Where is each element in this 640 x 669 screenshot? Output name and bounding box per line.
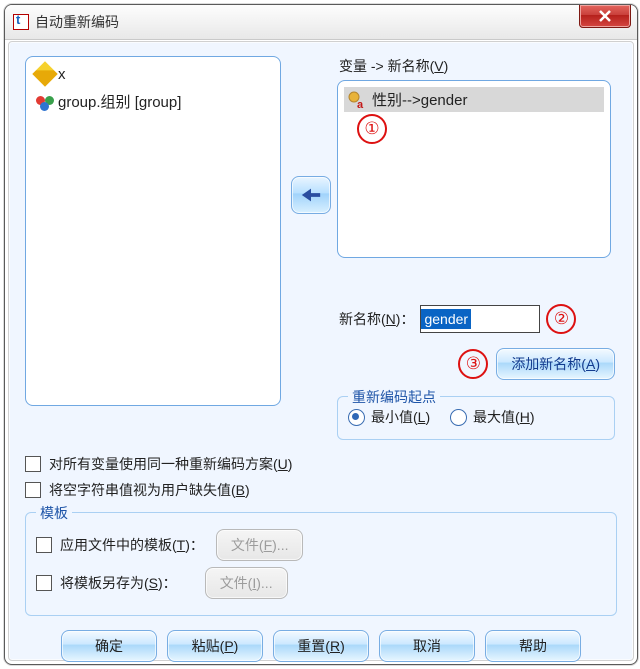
dialog-body: x group.组别 [group] 变量 -> 新名称(V)	[8, 41, 634, 661]
list-item-label: group.组别 [group]	[58, 91, 181, 112]
callout-1: ①	[357, 114, 387, 144]
apply-file-button: 文件(F)...	[216, 529, 304, 561]
radio-min[interactable]: 最小值(L)	[348, 407, 430, 427]
newname-value: gender	[421, 309, 471, 329]
button-bar: 确定 粘贴(P) 重置(R) 取消 帮助	[25, 630, 617, 662]
variable-icon: a	[348, 91, 368, 109]
list-item[interactable]: x	[32, 63, 274, 85]
list-item-label: x	[58, 66, 66, 83]
newname-row: 新名称(N)： gender ②	[339, 304, 615, 334]
transfer-button[interactable]	[291, 176, 331, 214]
radio-icon	[450, 409, 467, 426]
close-button[interactable]	[579, 4, 631, 28]
template-save-row: 将模板另存为(S)： 文件(I)...	[36, 567, 606, 599]
window-title: 自动重新编码	[35, 12, 119, 32]
save-file-button: 文件(I)...	[205, 567, 288, 599]
checkbox-all-vars[interactable]: 对所有变量使用同一种重新编码方案(U)	[25, 454, 617, 474]
add-name-button[interactable]: 添加新名称(A)	[496, 348, 615, 380]
svg-text:a: a	[357, 99, 364, 109]
checkbox-icon[interactable]	[36, 537, 52, 553]
radio-label: 最大值(H)	[473, 407, 534, 427]
callout-3: ③	[458, 349, 488, 379]
columns: x group.组别 [group] 变量 -> 新名称(V)	[25, 56, 617, 440]
radio-icon	[348, 409, 365, 426]
callout-2: ②	[546, 304, 576, 334]
newname-input[interactable]: gender	[420, 305, 540, 333]
nominal-icon	[36, 93, 54, 111]
ruler-icon	[32, 61, 57, 86]
save-template-label: 将模板另存为(S)：	[60, 573, 177, 593]
ok-button[interactable]: 确定	[61, 630, 157, 662]
addname-row: ③ 添加新名称(A)	[337, 348, 615, 380]
paste-button[interactable]: 粘贴(P)	[167, 630, 263, 662]
source-var-list[interactable]: x group.组别 [group]	[25, 56, 281, 406]
titlebar: 自动重新编码	[5, 5, 637, 40]
transfer-wrap	[291, 56, 327, 214]
newname-label: 新名称(N)：	[339, 309, 414, 329]
group-legend: 模板	[36, 503, 72, 523]
app-icon	[13, 14, 29, 30]
apply-template-label: 应用文件中的模板(T)：	[60, 535, 204, 555]
checkbox-blank-missing[interactable]: 将空字符串值视为用户缺失值(B)	[25, 480, 617, 500]
template-apply-row: 应用文件中的模板(T)： 文件(F)...	[36, 529, 606, 561]
dialog-window: 自动重新编码 x group.组别 [group]	[4, 4, 638, 665]
template-group: 模板 应用文件中的模板(T)： 文件(F)... 将模板另存为(S)： 文件(I…	[25, 512, 617, 616]
group-legend: 重新编码起点	[348, 387, 440, 407]
right-column: 变量 -> 新名称(V) a 性别-->gender ①	[337, 56, 615, 440]
list-item-label: 性别-->gender	[372, 89, 467, 110]
radio-label: 最小值(L)	[371, 407, 430, 427]
help-button[interactable]: 帮助	[485, 630, 581, 662]
cancel-button[interactable]: 取消	[379, 630, 475, 662]
close-icon	[598, 9, 612, 23]
checkbox-icon[interactable]	[36, 575, 52, 591]
target-list-caption: 变量 -> 新名称(V)	[339, 56, 615, 76]
checkbox-label: 将空字符串值视为用户缺失值(B)	[49, 480, 250, 500]
list-item[interactable]: group.组别 [group]	[32, 89, 274, 114]
checkbox-icon	[25, 456, 41, 472]
list-item[interactable]: a 性别-->gender	[344, 87, 604, 112]
recode-start-group: 重新编码起点 最小值(L) 最大值(H)	[337, 396, 615, 440]
radio-max[interactable]: 最大值(H)	[450, 407, 534, 427]
target-var-list[interactable]: a 性别-->gender	[337, 80, 611, 258]
reset-button[interactable]: 重置(R)	[273, 630, 369, 662]
checkbox-label: 对所有变量使用同一种重新编码方案(U)	[49, 454, 292, 474]
checkbox-icon	[25, 482, 41, 498]
arrow-left-icon	[300, 186, 322, 204]
